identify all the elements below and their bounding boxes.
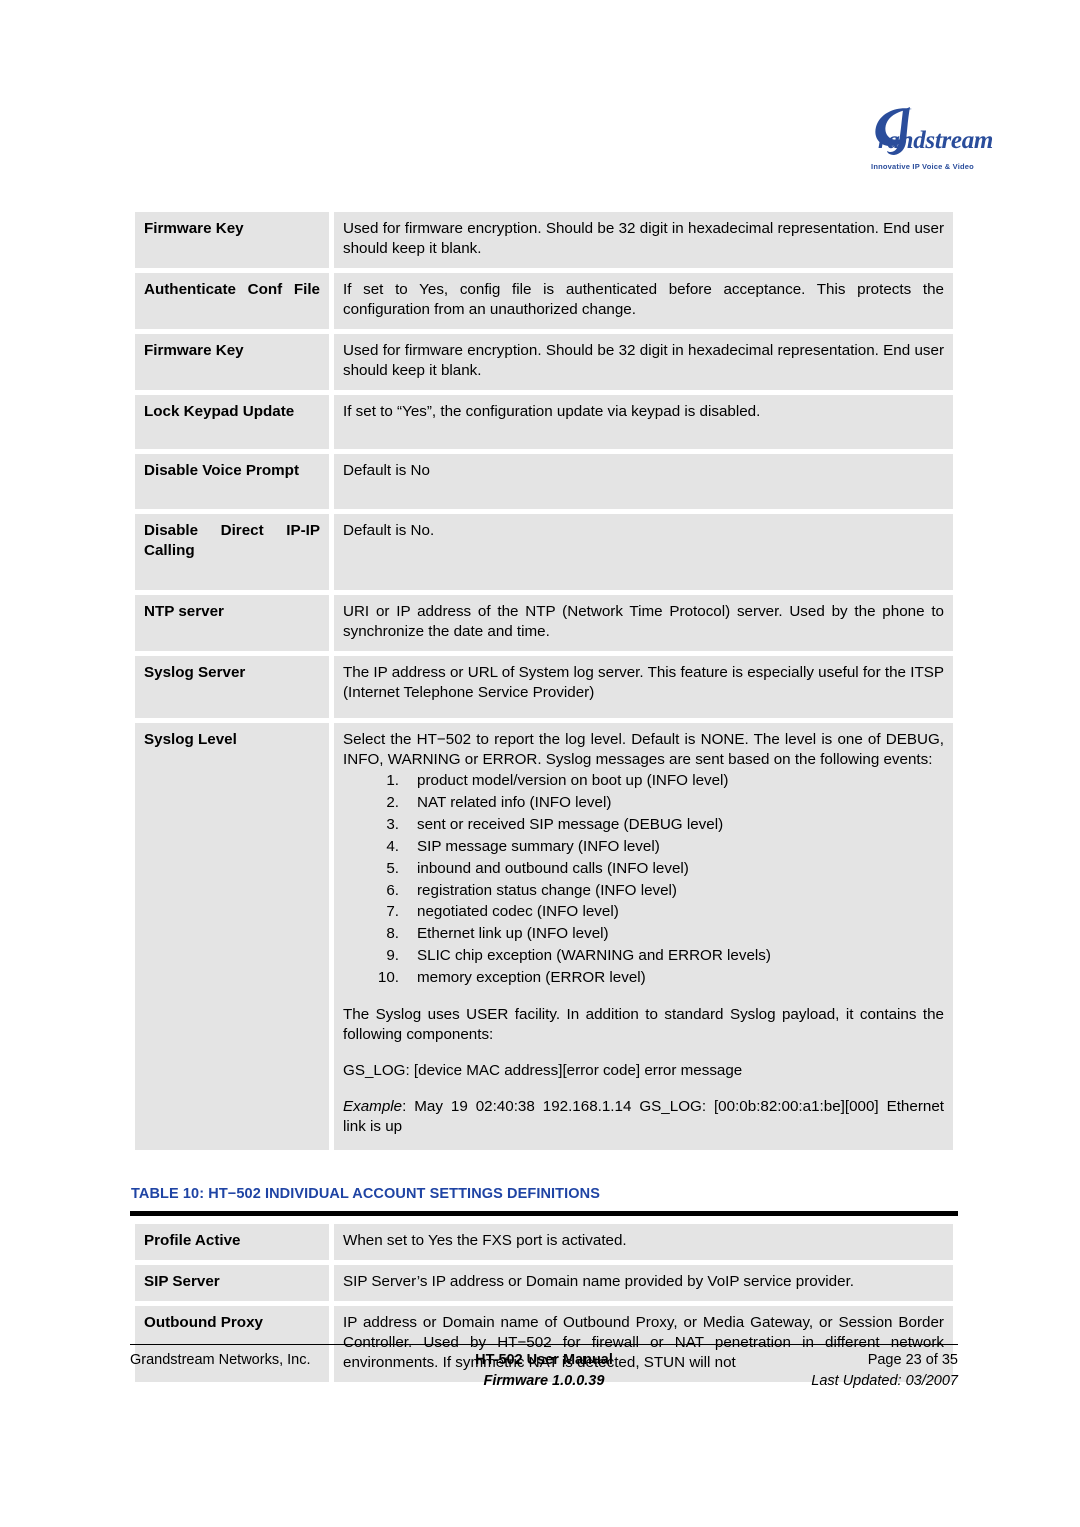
table-row: Disable Direct IP-IP Calling Default is … xyxy=(135,513,953,590)
table-row: NTP server URI or IP address of the NTP … xyxy=(135,594,953,651)
setting-name-cell: Firmware Key xyxy=(135,212,329,269)
setting-name-text: Authenticate Conf File xyxy=(144,281,320,299)
list-item: 10. memory exception (ERROR level) xyxy=(365,967,944,989)
list-item: 9. SLIC chip exception (WARNING and ERROR… xyxy=(365,945,944,967)
setting-description-text: If set to “Yes”, the configuration updat… xyxy=(343,403,761,421)
syslog-example-paragraph: Example: May 19 02:40:38 192.168.1.14 GS… xyxy=(343,1097,944,1137)
setting-name-cell: Syslog Server xyxy=(135,655,329,718)
list-item-text: SLIC chip exception (WARNING and ERROR l… xyxy=(417,947,771,965)
logo-mark: randstream xyxy=(860,107,993,162)
list-item-number: 7. xyxy=(386,903,399,921)
page-header: randstream Innovative IP Voice & Video xyxy=(0,100,1080,190)
setting-name-cell: Lock Keypad Update xyxy=(135,395,329,450)
setting-name-cell: SIP Server xyxy=(135,1265,329,1302)
syslog-intro-paragraph: Select the HT−502 to report the log leve… xyxy=(343,730,944,768)
list-item-number: 8. xyxy=(386,925,399,943)
table-row-syslog-level: Syslog Level Select the HT−502 to report… xyxy=(135,722,953,1151)
footer-page-number: Page 23 of 35 xyxy=(867,1352,958,1368)
setting-description-cell: URI or IP address of the NTP (Network Ti… xyxy=(334,594,953,651)
footer-row-bottom: Firmware 1.0.0.39 Last Updated: 03/2007 xyxy=(130,1371,958,1392)
table-caption: TABLE 10: HT−502 INDIVIDUAL ACCOUNT SETT… xyxy=(131,1186,600,1202)
table-row: Authenticate Conf File If set to Yes, co… xyxy=(135,273,953,330)
setting-name-cell: Disable Voice Prompt xyxy=(135,454,329,509)
list-item-number: 5. xyxy=(386,859,399,877)
table-row: Syslog Server The IP address or URL of S… xyxy=(135,655,953,718)
list-item-number: 4. xyxy=(386,837,399,855)
setting-name-cell: Disable Direct IP-IP Calling xyxy=(135,513,329,590)
setting-description-cell: SIP Server’s IP address or Domain name p… xyxy=(334,1265,953,1302)
setting-description-cell: The IP address or URL of System log serv… xyxy=(334,655,953,718)
setting-description-cell: When set to Yes the FXS port is activate… xyxy=(334,1224,953,1261)
footer-company: Grandstream Networks, Inc. xyxy=(130,1352,311,1368)
setting-description-cell: Used for firmware encryption. Should be … xyxy=(334,334,953,391)
syslog-event-list: 1. product model/version on boot up (INFO… xyxy=(343,770,944,989)
table-row: Lock Keypad Update If set to “Yes”, the … xyxy=(135,395,953,450)
setting-description-cell: If set to Yes, config file is authentica… xyxy=(334,273,953,330)
footer-row-top: Grandstream Networks, Inc. HT-502 User M… xyxy=(130,1350,958,1371)
example-label: Example xyxy=(343,1098,403,1116)
table-row: SIP Server SIP Server’s IP address or Do… xyxy=(135,1265,953,1302)
advanced-settings-table: Firmware Key Used for firmware encryptio… xyxy=(130,207,958,1155)
list-item-text: registration status change (INFO level) xyxy=(417,881,677,899)
setting-description-cell: If set to “Yes”, the configuration updat… xyxy=(334,395,953,450)
list-item: 6. registration status change (INFO level… xyxy=(365,880,944,902)
list-item: 2. NAT related info (INFO level) xyxy=(365,792,944,814)
list-item: 3. sent or received SIP message (DEBUG le… xyxy=(365,814,944,836)
setting-description-text: Default is No xyxy=(343,462,430,480)
footer-last-updated: Last Updated: 03/2007 xyxy=(811,1373,958,1390)
table-top-rule xyxy=(130,1211,958,1216)
list-item-text: inbound and outbound calls (INFO level) xyxy=(417,859,689,877)
list-item-number: 2. xyxy=(386,793,399,811)
setting-description-cell: Select the HT−502 to report the log leve… xyxy=(334,722,953,1151)
page-footer: Grandstream Networks, Inc. HT-502 User M… xyxy=(130,1350,958,1392)
setting-name-cell: Profile Active xyxy=(135,1224,329,1261)
setting-name-text: Disable Direct IP-IP Calling xyxy=(144,521,320,559)
document-page: randstream Innovative IP Voice & Video F… xyxy=(0,0,1080,1527)
grandstream-logo: randstream Innovative IP Voice & Video xyxy=(860,107,993,171)
logo-tagline: Innovative IP Voice & Video xyxy=(871,162,974,171)
table-row: Firmware Key Used for firmware encryptio… xyxy=(135,212,953,269)
setting-name-cell: NTP server xyxy=(135,594,329,651)
list-item-text: product model/version on boot up (INFO l… xyxy=(417,772,729,790)
list-item-number: 3. xyxy=(386,815,399,833)
setting-name-cell: Authenticate Conf File xyxy=(135,273,329,330)
list-item: 4. SIP message summary (INFO level) xyxy=(365,836,944,858)
logo-wordmark: randstream xyxy=(878,127,994,154)
list-item: 8. Ethernet link up (INFO level) xyxy=(365,923,944,945)
table-row: Firmware Key Used for firmware encryptio… xyxy=(135,334,953,391)
list-item-text: NAT related info (INFO level) xyxy=(417,793,612,811)
list-item: 7. negotiated codec (INFO level) xyxy=(365,901,944,923)
list-item: 1. product model/version on boot up (INFO… xyxy=(365,770,944,792)
syslog-format-line: GS_LOG: [device MAC address][error code]… xyxy=(343,1062,743,1080)
setting-description-cell: Default is No. xyxy=(334,513,953,590)
setting-description-cell: Used for firmware encryption. Should be … xyxy=(334,212,953,269)
list-item-text: Ethernet link up (INFO level) xyxy=(417,925,609,943)
syslog-facility-paragraph: The Syslog uses USER facility. In additi… xyxy=(343,1005,944,1044)
list-item-number: 6. xyxy=(386,881,399,899)
setting-name-cell: Firmware Key xyxy=(135,334,329,391)
table-row: Disable Voice Prompt Default is No xyxy=(135,454,953,509)
setting-name-cell: Syslog Level xyxy=(135,722,329,1151)
footer-firmware-version: Firmware 1.0.0.39 xyxy=(483,1373,605,1390)
list-item-text: SIP message summary (INFO level) xyxy=(417,837,660,855)
setting-description-text: Default is No. xyxy=(343,521,435,539)
example-text: : May 19 02:40:38 192.168.1.14 GS_LOG: [… xyxy=(343,1098,944,1136)
footer-divider xyxy=(130,1344,958,1345)
list-item-number: 9. xyxy=(386,947,399,965)
list-item-number: 10. xyxy=(377,969,399,987)
list-item-number: 1. xyxy=(386,772,399,790)
table-row: Profile Active When set to Yes the FXS p… xyxy=(135,1224,953,1261)
setting-description-text: The IP address or URL of System log serv… xyxy=(343,663,944,701)
list-item-text: sent or received SIP message (DEBUG leve… xyxy=(417,815,724,833)
footer-document-title: HT-502 User Manual xyxy=(475,1352,613,1368)
list-item: 5. inbound and outbound calls (INFO level… xyxy=(365,858,944,880)
setting-description-cell: Default is No xyxy=(334,454,953,509)
list-item-text: memory exception (ERROR level) xyxy=(417,969,646,987)
list-item-text: negotiated codec (INFO level) xyxy=(417,903,619,921)
